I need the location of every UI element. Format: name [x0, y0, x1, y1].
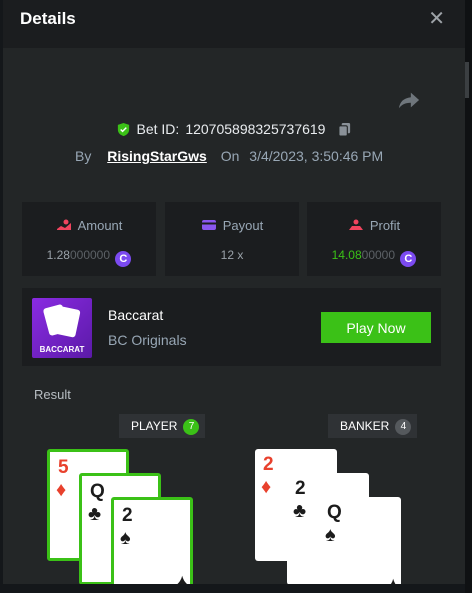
by-row: By RisingStarGws On 3/4/2023, 3:50:46 PM [75, 148, 383, 164]
profit-value: 14.0800000 C [307, 248, 441, 267]
card-suit: ♠ [120, 527, 131, 549]
payout-box: Payout 12 x [165, 202, 299, 276]
modal-header: Details ✕ [3, 0, 465, 48]
scrollbar[interactable] [465, 0, 472, 593]
card-big-suit: ♠ [379, 567, 407, 584]
game-card: BACCARAT Baccarat BC Originals Play Now [22, 288, 441, 366]
bet-id-value: 120705898325737619 [185, 121, 326, 137]
profit-value-main: 14.08 [331, 248, 362, 262]
bet-id-label: Bet ID: [136, 121, 180, 137]
card-rank: 5 [58, 457, 69, 478]
profit-label-row: Profit [307, 218, 441, 233]
payout-label: Payout [222, 218, 264, 233]
card-rank: Q [327, 502, 342, 523]
card-rank: 2 [263, 454, 274, 475]
card-suit: ♣ [293, 500, 307, 522]
banker-score-badge: 4 [395, 419, 412, 435]
profit-value-dim: 00000 [361, 248, 396, 262]
game-provider: BC Originals [108, 332, 187, 348]
card-suit: ♠ [325, 524, 336, 546]
bet-datetime: 3/4/2023, 3:50:46 PM [249, 148, 384, 164]
amount-value-dim: 000000 [69, 248, 111, 262]
amount-label: Amount [77, 218, 123, 233]
on-label: On [220, 148, 240, 164]
profit-icon [348, 219, 363, 230]
stats-row: Amount 1.28000000 C Payout 12 x Profit 1… [22, 202, 442, 276]
card-rank: Q [90, 481, 105, 502]
card-rank: 2 [122, 505, 133, 526]
details-modal: Details ✕ Bet ID: 120705898325737619 By … [3, 0, 465, 584]
modal-title: Details [20, 9, 76, 28]
card-big-suit: ♠ [168, 564, 196, 584]
copy-icon[interactable] [337, 122, 352, 137]
amount-value: 1.28000000 C [22, 248, 156, 267]
close-icon[interactable]: ✕ [428, 9, 445, 29]
username-link[interactable]: RisingStarGws [107, 148, 207, 164]
profit-box: Profit 14.0800000 C [307, 202, 441, 276]
coin-icon: C [115, 251, 132, 267]
player-card-3: 2 ♠ ♠ [111, 497, 196, 584]
game-name: Baccarat [108, 307, 164, 323]
amount-value-main: 1.28 [46, 248, 70, 262]
amount-box: Amount 1.28000000 C [22, 202, 156, 276]
banker-tag: BANKER 4 [328, 414, 418, 438]
bet-id-row: Bet ID: 120705898325737619 [3, 121, 465, 140]
by-label: By [75, 148, 92, 164]
amount-label-row: Amount [22, 218, 156, 233]
shield-check-icon [117, 122, 129, 136]
banker-card-3: Q ♠ ♠ [319, 497, 407, 584]
share-icon[interactable] [398, 90, 420, 110]
player-score-badge: 7 [183, 419, 200, 435]
card-suit: ♣ [88, 503, 102, 525]
baccarat-thumbnail[interactable]: BACCARAT [32, 298, 92, 358]
thumbnail-text: BACCARAT [39, 345, 85, 354]
card-rank: 2 [295, 478, 306, 499]
payout-icon [201, 220, 216, 230]
profit-label: Profit [369, 218, 401, 233]
banker-label: BANKER [340, 419, 390, 433]
amount-icon [56, 219, 71, 230]
payout-label-row: Payout [165, 218, 299, 233]
card-suit: ♦ [261, 476, 272, 498]
player-label: PLAYER [131, 419, 178, 433]
payout-value: 12 x [220, 248, 244, 262]
coin-icon: C [400, 251, 417, 267]
result-label: Result [34, 387, 71, 402]
play-now-button[interactable]: Play Now [321, 312, 431, 343]
card-suit: ♦ [56, 479, 67, 501]
player-tag: PLAYER 7 [119, 414, 206, 438]
